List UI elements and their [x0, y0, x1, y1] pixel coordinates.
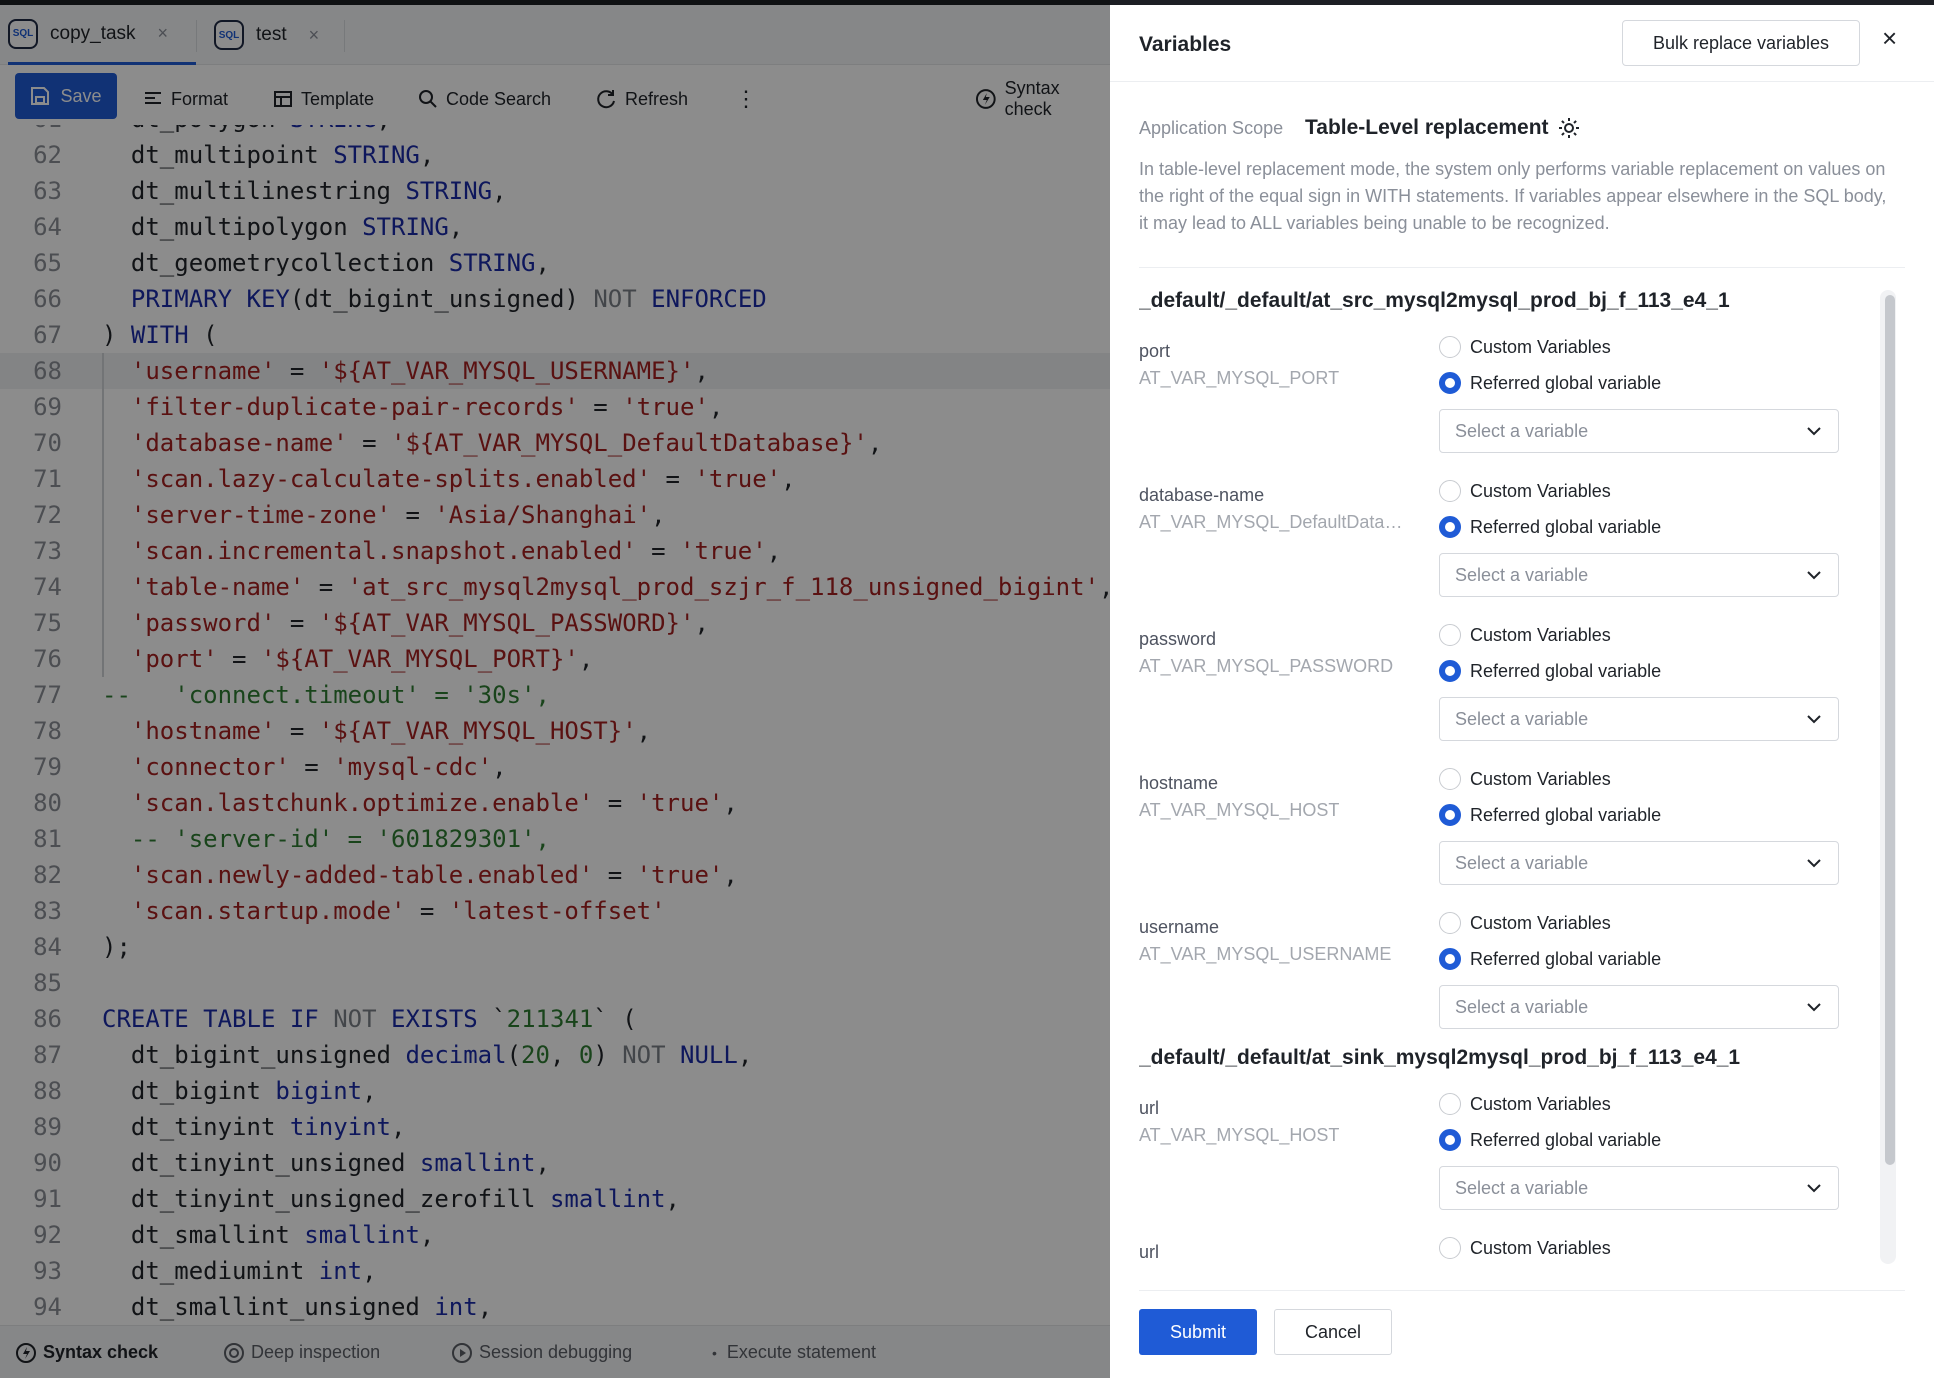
radio-circle — [1439, 768, 1461, 790]
select-placeholder: Select a variable — [1455, 1177, 1589, 1198]
variable-reference: AT_VAR_MYSQL_PORT — [1139, 368, 1340, 388]
variable-group-title: _default/_default/at_sink_mysql2mysql_pr… — [1139, 1046, 1741, 1069]
custom-variables-radio[interactable]: Custom Variables — [1439, 336, 1611, 358]
radio-label: Referred global variable — [1470, 516, 1662, 537]
variable-name: port — [1139, 341, 1171, 361]
modal-backdrop[interactable] — [0, 0, 1110, 1378]
variable-row: port AT_VAR_MYSQL_PORT Custom Variables Ref… — [1139, 336, 1905, 466]
variable-select[interactable]: Select a variable — [1439, 553, 1839, 597]
custom-variables-radio[interactable]: Custom Variables — [1439, 912, 1611, 934]
variable-reference: AT_VAR_MYSQL_DefaultDatabase — [1139, 512, 1404, 532]
radio-circle — [1439, 1093, 1461, 1115]
variable-group-title: _default/_default/at_src_mysql2mysql_pro… — [1139, 289, 1730, 312]
variable-name: database-name — [1139, 485, 1265, 505]
custom-variables-radio[interactable]: Custom Variables — [1439, 480, 1611, 502]
submit-button[interactable]: Submit — [1139, 1309, 1257, 1355]
variable-row: urlCustom VariablesReferred global varia… — [1139, 1237, 1905, 1260]
select-placeholder: Select a variable — [1455, 564, 1589, 585]
scope-value-text: Table-Level replacement — [1305, 116, 1549, 139]
scope-description: In table-level replacement mode, the sys… — [1139, 159, 1887, 233]
bulk-replace-button[interactable]: Bulk replace variables — [1622, 20, 1860, 66]
chevron-down-icon — [1807, 859, 1821, 868]
scrollbar-thumb[interactable] — [1885, 295, 1895, 1165]
radio-label: Custom Variables — [1470, 1237, 1611, 1258]
select-placeholder: Select a variable — [1455, 852, 1589, 873]
radio-label: Custom Variables — [1470, 480, 1611, 501]
variable-row: url AT_VAR_MYSQL_HOST Custom Variables Refe… — [1139, 1093, 1905, 1223]
radio-circle — [1439, 480, 1461, 502]
custom-variables-radio[interactable]: Custom Variables — [1439, 768, 1611, 790]
custom-variables-radio[interactable]: Custom Variables — [1439, 1093, 1611, 1115]
radio-circle — [1439, 948, 1461, 970]
radio-circle — [1439, 804, 1461, 826]
variable-reference: AT_VAR_MYSQL_HOST — [1139, 1125, 1340, 1145]
referred-global-variable-radio[interactable]: Referred global variable — [1439, 372, 1661, 394]
custom-variables-radio[interactable]: Custom Variables — [1439, 1237, 1611, 1259]
radio-label: Referred global variable — [1470, 948, 1662, 969]
chevron-down-icon — [1807, 427, 1821, 436]
radio-circle — [1439, 372, 1461, 394]
radio-circle — [1439, 624, 1461, 646]
variable-reference: AT_VAR_MYSQL_PASSWORD — [1139, 656, 1394, 676]
variable-select[interactable]: Select a variable — [1439, 841, 1839, 885]
variable-row: hostname AT_VAR_MYSQL_HOST Custom Variable… — [1139, 768, 1905, 898]
variable-row: password AT_VAR_MYSQL_PASSWORD Custom Vari… — [1139, 624, 1905, 754]
gear-icon[interactable] — [1557, 116, 1581, 140]
radio-label: Referred global variable — [1470, 372, 1662, 393]
radio-label: Custom Variables — [1470, 1093, 1611, 1114]
radio-circle — [1439, 1129, 1461, 1151]
chevron-down-icon — [1807, 571, 1821, 580]
variable-name: hostname — [1139, 773, 1219, 793]
radio-label: Referred global variable — [1470, 1129, 1662, 1150]
radio-circle — [1439, 516, 1461, 538]
radio-label: Custom Variables — [1470, 624, 1611, 645]
referred-global-variable-radio[interactable]: Referred global variable — [1439, 1129, 1661, 1151]
radio-label: Referred global variable — [1470, 660, 1662, 681]
referred-global-variable-radio[interactable]: Referred global variable — [1439, 804, 1661, 826]
custom-variables-radio[interactable]: Custom Variables — [1439, 624, 1611, 646]
radio-circle — [1439, 336, 1461, 358]
cancel-button[interactable]: Cancel — [1274, 1309, 1392, 1355]
variable-select[interactable]: Select a variable — [1439, 409, 1839, 453]
chevron-down-icon — [1807, 715, 1821, 724]
radio-circle — [1439, 1237, 1461, 1259]
radio-circle — [1439, 912, 1461, 934]
chevron-down-icon — [1807, 1003, 1821, 1012]
referred-global-variable-radio[interactable]: Referred global variable — [1439, 660, 1661, 682]
variable-name: username — [1139, 917, 1220, 937]
variable-name: url — [1139, 1098, 1160, 1118]
variable-row: username AT_VAR_MYSQL_USERNAME Custom Vari… — [1139, 912, 1905, 1042]
variable-select[interactable]: Select a variable — [1439, 697, 1839, 741]
variable-reference: AT_VAR_MYSQL_USERNAME — [1139, 944, 1392, 964]
variable-name: url — [1139, 1242, 1160, 1260]
variable-row: database-name AT_VAR_MYSQL_DefaultDatabas… — [1139, 480, 1905, 610]
scope-value: Table-Level replacement — [1305, 116, 1581, 140]
variables-drawer: Variables Bulk replace variables × Appli… — [1110, 5, 1934, 1378]
radio-label: Custom Variables — [1470, 336, 1611, 357]
select-placeholder: Select a variable — [1455, 420, 1589, 441]
variable-select[interactable]: Select a variable — [1439, 985, 1839, 1029]
scope-label: Application Scope — [1139, 118, 1284, 138]
select-placeholder: Select a variable — [1455, 996, 1589, 1017]
drawer-title: Variables — [1139, 33, 1232, 56]
variable-reference: AT_VAR_MYSQL_HOST — [1139, 800, 1340, 820]
referred-global-variable-radio[interactable]: Referred global variable — [1439, 516, 1661, 538]
select-placeholder: Select a variable — [1455, 708, 1589, 729]
radio-label: Custom Variables — [1470, 912, 1611, 933]
header-divider — [1110, 81, 1934, 82]
variable-name: password — [1139, 629, 1217, 649]
radio-circle — [1439, 660, 1461, 682]
referred-global-variable-radio[interactable]: Referred global variable — [1439, 948, 1661, 970]
radio-label: Referred global variable — [1470, 804, 1662, 825]
radio-label: Custom Variables — [1470, 768, 1611, 789]
footer-divider — [1139, 1290, 1905, 1291]
variable-select[interactable]: Select a variable — [1439, 1166, 1839, 1210]
close-icon[interactable]: × — [1882, 23, 1897, 54]
variable-list: _default/_default/at_src_mysql2mysql_pro… — [1139, 268, 1905, 1260]
chevron-down-icon — [1807, 1184, 1821, 1193]
